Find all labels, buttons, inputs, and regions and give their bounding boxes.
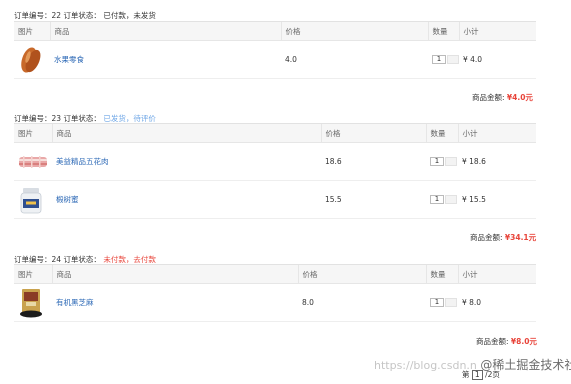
order-id: 订单编号：22 [14, 11, 62, 20]
price-cell: 8.0 [298, 283, 426, 322]
col-subtotal-header: 小计 [457, 264, 536, 284]
price-cell: 18.6 [321, 142, 426, 181]
order-status: 已付款，未发货 [103, 11, 156, 20]
order-items-table: 图片 商品 价格 数量 小计 美益精品五花肉 18.6 1 ¥ 18.6 椴树蜜… [14, 123, 536, 219]
col-price-header: 价格 [320, 123, 426, 143]
order-status-label: 订单状态： [63, 255, 101, 264]
sesame-bag-image[interactable] [18, 288, 44, 318]
total-label: 商品金额: [472, 93, 505, 102]
pager-suffix: /2页 [485, 370, 500, 379]
order-total: 商品金额: ¥8.0元 [476, 336, 537, 347]
col-price-header: 价格 [280, 21, 428, 41]
order-status[interactable]: 已发货，待评价 [103, 114, 156, 123]
col-subtotal-header: 小计 [458, 21, 536, 41]
col-price-header: 价格 [297, 264, 426, 284]
order-header: 订单编号：22 订单状态： 已付款，未发货 [14, 10, 156, 21]
total-label: 商品金额: [476, 337, 509, 346]
col-qty-header: 数量 [427, 21, 459, 41]
order-status-label: 订单状态： [63, 11, 101, 20]
product-name-link[interactable]: 有机黑芝麻 [56, 298, 94, 307]
col-image-header: 图片 [14, 123, 52, 143]
qty-cell: 1 [426, 180, 458, 219]
col-product-header: 商品 [51, 264, 298, 284]
quantity-input[interactable]: 1 [430, 298, 444, 308]
col-image-header: 图片 [14, 264, 52, 284]
total-label: 商品金额: [470, 233, 503, 242]
table-header-row: 图片 商品 价格 数量 小计 [14, 264, 536, 284]
subtotal-cell: ¥ 4.0 [459, 40, 536, 79]
subtotal-cell: ¥ 18.6 [458, 142, 536, 181]
order-id: 订单编号：24 [14, 255, 62, 264]
quantity-stepper[interactable] [445, 298, 457, 308]
col-qty-header: 数量 [425, 264, 458, 284]
table-row: 水果零食 4.0 1 ¥ 4.0 [14, 40, 536, 79]
product-name-link[interactable]: 水果零食 [54, 55, 84, 64]
qty-cell: 1 [426, 142, 458, 181]
order-id: 订单编号：23 [14, 114, 62, 123]
product-name-link[interactable]: 椴树蜜 [56, 195, 79, 204]
order-total: 商品金额: ¥4.0元 [472, 92, 533, 103]
order-total: 商品金额: ¥34.1元 [470, 232, 536, 243]
order-status[interactable]: 未付款，去付款 [103, 255, 156, 264]
total-amount: ¥4.0元 [506, 93, 533, 102]
table-header-row: 图片 商品 价格 数量 小计 [14, 123, 536, 143]
product-image-cell [14, 180, 52, 219]
price-cell: 15.5 [321, 180, 426, 219]
product-image-cell [14, 40, 50, 79]
subtotal-cell: ¥ 15.5 [458, 180, 536, 219]
pagination: 第 1 /2页 [462, 369, 500, 380]
quantity-stepper[interactable] [447, 55, 459, 65]
col-product-header: 商品 [51, 123, 321, 143]
honey-jar-image[interactable] [18, 185, 44, 215]
order-items-table: 图片 商品 价格 数量 小计 有机黑芝麻 8.0 1 ¥ 8.0 [14, 264, 536, 322]
page-number-input[interactable]: 1 [471, 370, 483, 380]
table-row: 椴树蜜 15.5 1 ¥ 15.5 [14, 180, 536, 219]
total-amount: ¥8.0元 [510, 337, 537, 346]
quantity-stepper[interactable] [445, 157, 457, 167]
quantity-input[interactable]: 1 [430, 157, 444, 167]
quantity-input[interactable]: 1 [430, 195, 444, 205]
total-amount: ¥34.1元 [504, 233, 537, 242]
price-cell: 4.0 [281, 40, 428, 79]
col-image-header: 图片 [14, 21, 50, 41]
order-items-table: 图片 商品 价格 数量 小计 水果零食 4.0 1 ¥ 4.0 [14, 21, 536, 79]
order-status-label: 订单状态： [63, 114, 101, 123]
table-header-row: 图片 商品 价格 数量 小计 [14, 21, 536, 41]
product-image-cell [14, 142, 52, 181]
table-row: 有机黑芝麻 8.0 1 ¥ 8.0 [14, 283, 536, 322]
quantity-input[interactable]: 1 [432, 55, 446, 65]
col-qty-header: 数量 [425, 123, 458, 143]
product-image-cell [14, 283, 52, 322]
table-row: 美益精品五花肉 18.6 1 ¥ 18.6 [14, 142, 536, 181]
col-product-header: 商品 [49, 21, 281, 41]
pork-belly-image[interactable] [18, 147, 48, 177]
subtotal-cell: ¥ 8.0 [458, 283, 536, 322]
qty-cell: 1 [428, 40, 459, 79]
qty-cell: 1 [426, 283, 458, 322]
col-subtotal-header: 小计 [457, 123, 536, 143]
product-name-link[interactable]: 美益精品五花肉 [56, 157, 109, 166]
quantity-stepper[interactable] [445, 195, 457, 205]
pager-prefix: 第 [462, 370, 470, 379]
sweet-potato-image[interactable] [18, 45, 44, 75]
